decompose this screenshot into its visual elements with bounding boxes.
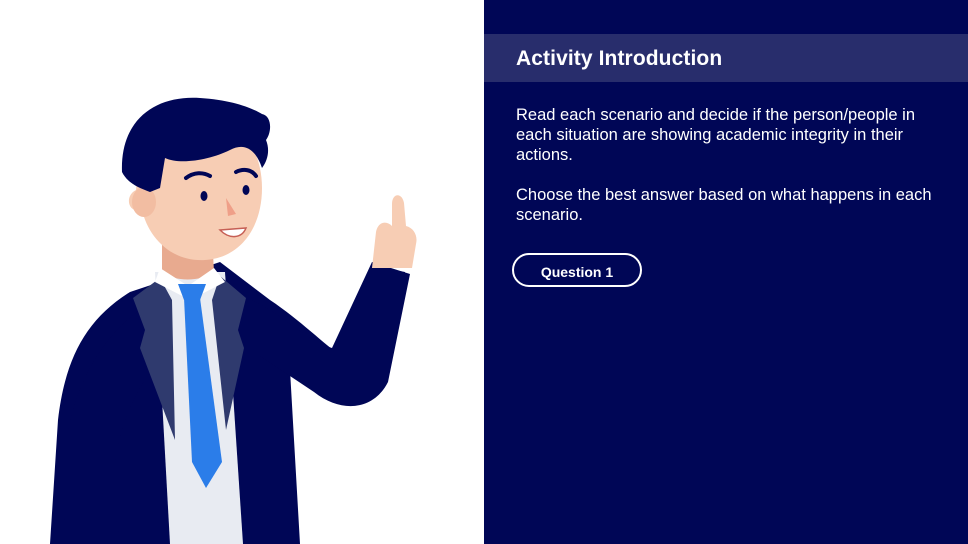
pointing-businessman-illustration bbox=[50, 97, 417, 544]
guidance-paragraph: Choose the best answer based on what hap… bbox=[516, 186, 932, 224]
right-eye bbox=[242, 185, 250, 195]
pointing-hand bbox=[372, 195, 417, 268]
left-eye bbox=[200, 191, 208, 201]
instructions-paragraph: Read each scenario and decide if the per… bbox=[516, 106, 916, 164]
content-panel: Activity Introduction Read each scenario… bbox=[484, 0, 968, 544]
page-title: Activity Introduction bbox=[516, 47, 723, 70]
illustration-panel bbox=[0, 0, 484, 544]
ear bbox=[132, 187, 156, 217]
question-1-button[interactable]: Question 1 bbox=[512, 253, 642, 287]
